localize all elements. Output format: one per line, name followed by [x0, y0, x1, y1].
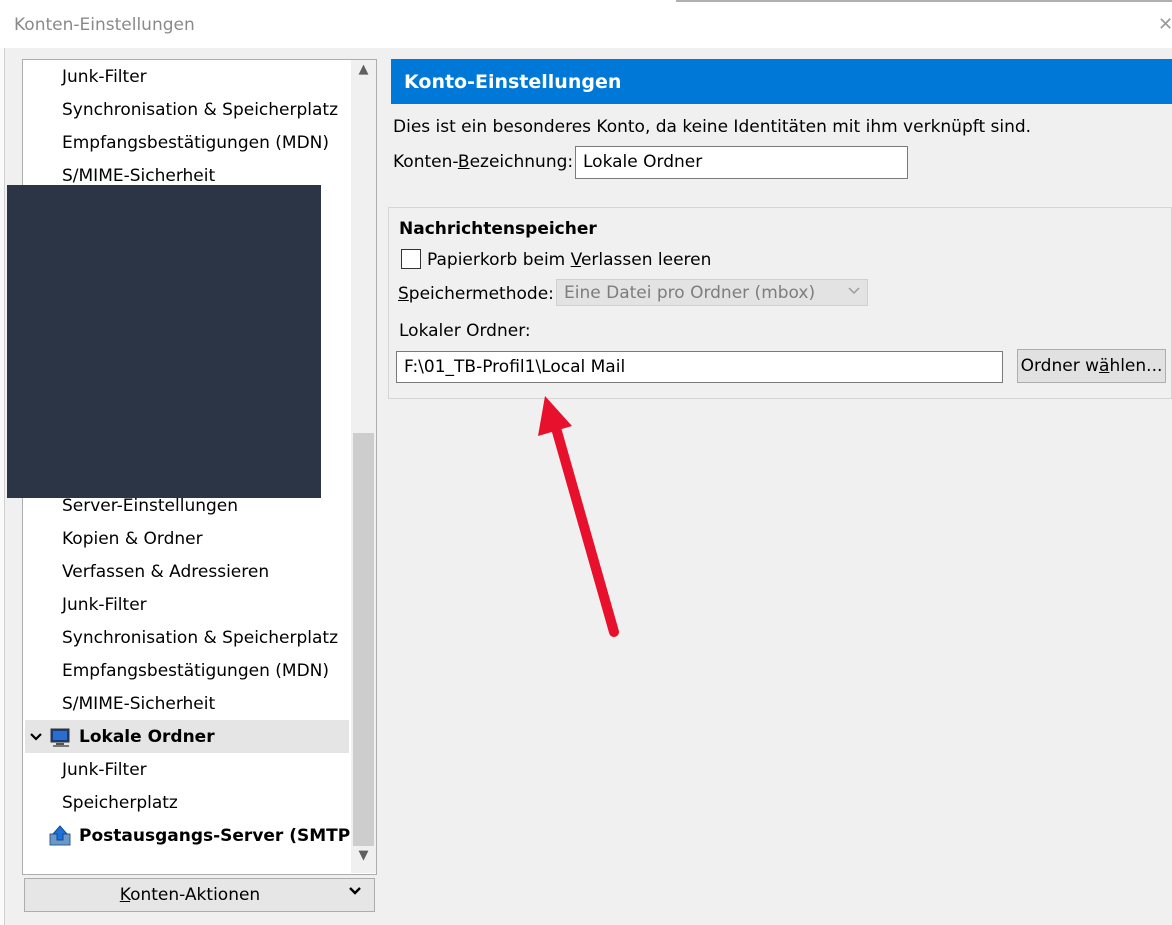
tree-item[interactable]: Junk-Filter	[23, 754, 349, 786]
tree-item[interactable]: Kopien & Ordner	[23, 523, 349, 555]
empty-trash-label[interactable]: Papierkorb beim Verlassen leeren	[427, 250, 711, 270]
tree-item[interactable]: Junk-Filter	[23, 589, 349, 621]
tree-item-label: Junk-Filter	[62, 760, 147, 780]
storage-method-value: Eine Datei pro Ordner (mbox)	[564, 283, 816, 303]
tree-item-label: Empfangsbestätigungen (MDN)	[62, 133, 330, 153]
redacted-region	[7, 185, 321, 498]
tree-item-label: Junk-Filter	[62, 67, 147, 87]
tree-item-label: Speicherplatz	[62, 793, 178, 813]
account-actions-label: Konten-Aktionen	[119, 885, 261, 905]
tree-item[interactable]: Speicherplatz	[23, 787, 349, 819]
account-name-input[interactable]: Lokale Ordner	[575, 146, 908, 179]
tree-item-label: S/MIME-Sicherheit	[62, 694, 216, 714]
message-storage-title: Nachrichtenspeicher	[399, 219, 597, 239]
tree-item[interactable]: Junk-Filter	[23, 61, 349, 93]
tree-item-label: Verfassen & Adressieren	[62, 562, 270, 582]
account-name-label: Konten-Bezeichnung:	[393, 152, 574, 172]
local-folder-label: Lokaler Ordner:	[399, 321, 531, 341]
upload-icon	[49, 825, 73, 858]
account-notice: Dies ist ein besonderes Konto, da keine …	[393, 117, 1032, 137]
tree-item[interactable]: Synchronisation & Speicherplatz	[23, 94, 349, 126]
tree-item-label: Kopien & Ordner	[62, 529, 203, 549]
tree-item[interactable]: Synchronisation & Speicherplatz	[23, 622, 349, 654]
tree-item-label: Synchronisation & Speicherplatz	[62, 628, 339, 648]
window-title: Konten-Einstellungen	[14, 15, 195, 35]
storage-method-label: Speichermethode:	[398, 284, 554, 304]
choose-folder-button[interactable]: Ordner wählen...	[1017, 349, 1166, 383]
panel-title: Konto-Einstellungen	[404, 71, 622, 93]
panel-header: Konto-Einstellungen	[391, 59, 1172, 104]
tree-item[interactable]: Postausgangs-Server (SMTP)	[23, 820, 358, 852]
tree-item-label: Postausgangs-Server (SMTP)	[79, 826, 358, 846]
tree-item-label: Empfangsbestätigungen (MDN)	[62, 661, 330, 681]
tree-item[interactable]: Empfangsbestätigungen (MDN)	[23, 127, 349, 159]
tree-item-label: Lokale Ordner	[79, 727, 215, 747]
tree-item-label: Synchronisation & Speicherplatz	[62, 100, 339, 120]
empty-trash-checkbox[interactable]	[401, 249, 421, 269]
storage-method-select: Eine Datei pro Ordner (mbox)	[556, 279, 868, 306]
scrollbar-thumb[interactable]	[353, 433, 374, 846]
account-actions-button[interactable]: Konten-Aktionen	[24, 878, 375, 912]
chevron-down-icon	[847, 283, 861, 301]
local-folder-input[interactable]: F:\01_TB-Profil1\Local Mail	[396, 351, 1003, 383]
tree-item[interactable]: Lokale Ordner	[23, 721, 349, 753]
chevron-down-icon	[348, 884, 362, 902]
close-icon[interactable]: ✕	[1158, 14, 1172, 35]
scroll-up-icon[interactable]: ▲	[351, 62, 376, 86]
tree-item[interactable]: S/MIME-Sicherheit	[23, 688, 349, 720]
tree-item-label: Junk-Filter	[62, 595, 147, 615]
title-bar-divider	[676, 0, 1172, 2]
window-left-edge	[0, 0, 5, 925]
tree-item[interactable]: Empfangsbestätigungen (MDN)	[23, 655, 349, 687]
scroll-down-icon[interactable]: ▼	[351, 848, 376, 872]
tree-item[interactable]: Verfassen & Adressieren	[23, 556, 349, 588]
